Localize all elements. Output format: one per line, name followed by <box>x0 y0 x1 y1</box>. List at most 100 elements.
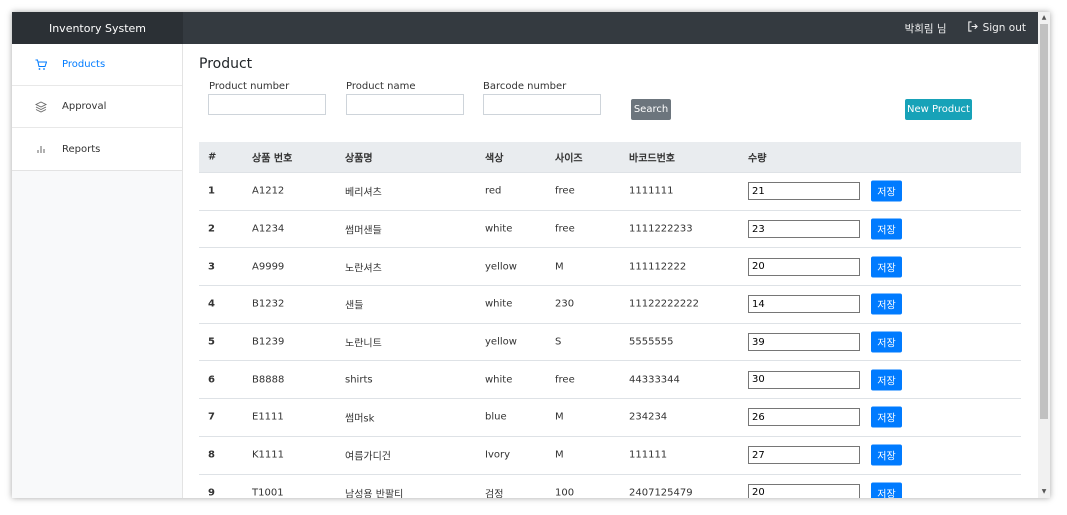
cell-index: 9 <box>208 487 215 498</box>
save-button[interactable]: 저장 <box>871 444 902 466</box>
save-button[interactable]: 저장 <box>871 331 902 353</box>
quantity-input[interactable] <box>748 182 860 201</box>
cell-color: white <box>485 298 513 310</box>
cell-color: yellow <box>485 336 517 348</box>
new-product-button[interactable]: New Product <box>905 99 972 120</box>
quantity-input[interactable] <box>748 370 860 389</box>
quantity-input[interactable] <box>748 220 860 239</box>
col-header-size: 사이즈 <box>555 153 583 165</box>
scroll-up-arrow-icon[interactable]: ▲ <box>1040 14 1048 22</box>
col-header-quantity: 수량 <box>748 153 767 165</box>
quantity-input[interactable] <box>748 333 860 352</box>
sidebar-item-products[interactable]: Products <box>12 44 182 86</box>
cell-product-code: B1239 <box>252 336 285 348</box>
quantity-input[interactable] <box>748 446 860 465</box>
cell-product-name: 남성용 반팔티 <box>345 489 404 498</box>
main-content: Product Product number Product name Barc… <box>183 44 1038 498</box>
navbar-right: 박희림 님 Sign out <box>905 12 1026 44</box>
cell-product-name: 썸머샌들 <box>345 225 382 237</box>
sign-out-icon <box>967 21 978 35</box>
cell-index: 8 <box>208 449 215 461</box>
cell-barcode: 111111 <box>629 449 668 461</box>
cell-product-code: B8888 <box>252 374 285 386</box>
cell-product-name: shirts <box>345 374 373 386</box>
sidebar-item-approval[interactable]: Approval <box>12 86 182 128</box>
cell-index: 4 <box>208 298 215 310</box>
col-header-name: 상품명 <box>345 153 373 165</box>
cell-product-code: B1232 <box>252 298 285 310</box>
sidebar-item-label: Products <box>62 59 106 70</box>
cell-size: S <box>555 336 562 348</box>
save-button[interactable]: 저장 <box>871 406 902 428</box>
cell-size: 230 <box>555 298 575 310</box>
save-button[interactable]: 저장 <box>871 369 902 391</box>
cell-index: 6 <box>208 374 215 386</box>
barcode-number-label: Barcode number <box>483 81 567 92</box>
sidebar-nav: Products Approval Reports <box>12 44 182 171</box>
cell-product-name: 여름가디건 <box>345 451 391 463</box>
brand-title[interactable]: Inventory System <box>12 12 183 44</box>
cell-barcode: 44333344 <box>629 374 680 386</box>
cell-barcode: 5555555 <box>629 336 674 348</box>
cell-size: free <box>555 185 575 197</box>
vertical-scrollbar[interactable]: ▲ ▼ <box>1038 12 1050 498</box>
cell-barcode: 2407125479 <box>629 487 693 498</box>
cell-size: free <box>555 223 575 235</box>
product-number-input[interactable] <box>208 94 326 115</box>
col-header-color: 색상 <box>485 153 504 165</box>
table-row: 6 B8888 shirts white free 44333344 저장 <box>199 361 1021 400</box>
cell-product-name: 베리셔츠 <box>345 187 382 199</box>
cell-color: red <box>485 185 502 197</box>
quantity-input[interactable] <box>748 483 860 498</box>
cell-index: 7 <box>208 411 215 423</box>
barcode-number-input[interactable] <box>483 94 601 115</box>
cell-index: 3 <box>208 261 215 273</box>
product-name-input[interactable] <box>346 94 464 115</box>
table-row: 5 B1239 노란니트 yellow S 5555555 저장 <box>199 324 1021 362</box>
product-name-label: Product name <box>346 81 416 92</box>
cell-product-name: 샌들 <box>345 300 364 312</box>
user-name: 박희림 님 <box>904 22 947 35</box>
save-button[interactable]: 저장 <box>871 482 902 498</box>
cell-index: 1 <box>208 185 215 197</box>
quantity-input[interactable] <box>748 295 860 314</box>
cell-size: M <box>555 449 564 461</box>
cell-color: yellow <box>485 261 517 273</box>
table-row: 3 A9999 노란셔츠 yellow M 111112222 저장 <box>199 248 1021 287</box>
cell-barcode: 1111111 <box>629 185 674 197</box>
cell-size: free <box>555 374 575 386</box>
sidebar-item-reports[interactable]: Reports <box>12 128 182 170</box>
table-row: 1 A1212 베리셔츠 red free 1111111 저장 <box>199 173 1021 211</box>
cell-color: 검정 <box>485 489 504 498</box>
table-row: 2 A1234 썸머샌들 white free 1111222233 저장 <box>199 211 1021 249</box>
layers-icon <box>34 100 48 114</box>
cell-barcode: 111112222 <box>629 261 687 273</box>
page-title: Product <box>199 56 253 72</box>
sign-out-link[interactable]: Sign out <box>967 21 1026 35</box>
cell-size: 100 <box>555 487 575 498</box>
table-row: 7 E1111 썸머sk blue M 234234 저장 <box>199 399 1021 437</box>
cell-size: M <box>555 411 564 423</box>
scroll-down-arrow-icon[interactable]: ▼ <box>1040 488 1048 496</box>
col-header-barcode: 바코드번호 <box>629 153 675 165</box>
save-button[interactable]: 저장 <box>871 293 902 315</box>
cell-product-code: K1111 <box>252 449 285 461</box>
save-button[interactable]: 저장 <box>871 256 902 278</box>
cell-color: white <box>485 223 513 235</box>
sidebar-item-label: Approval <box>62 101 107 112</box>
cell-color: Ivory <box>485 449 511 461</box>
cell-product-code: A1234 <box>252 223 285 235</box>
search-button[interactable]: Search <box>631 99 671 120</box>
bar-chart-icon <box>34 142 48 156</box>
sign-out-label: Sign out <box>982 22 1026 34</box>
save-button[interactable]: 저장 <box>871 180 902 202</box>
table-header: # 상품 번호 상품명 색상 사이즈 바코드번호 수량 <box>199 142 1021 173</box>
quantity-input[interactable] <box>748 257 860 276</box>
scroll-thumb[interactable] <box>1040 24 1048 419</box>
cell-color: white <box>485 374 513 386</box>
product-table: # 상품 번호 상품명 색상 사이즈 바코드번호 수량 1 A1212 베리셔츠 re… <box>199 142 1021 498</box>
save-button[interactable]: 저장 <box>871 218 902 240</box>
top-navbar: Inventory System 박희림 님 Sign out <box>12 12 1038 44</box>
cell-size: M <box>555 261 564 273</box>
quantity-input[interactable] <box>748 408 860 427</box>
